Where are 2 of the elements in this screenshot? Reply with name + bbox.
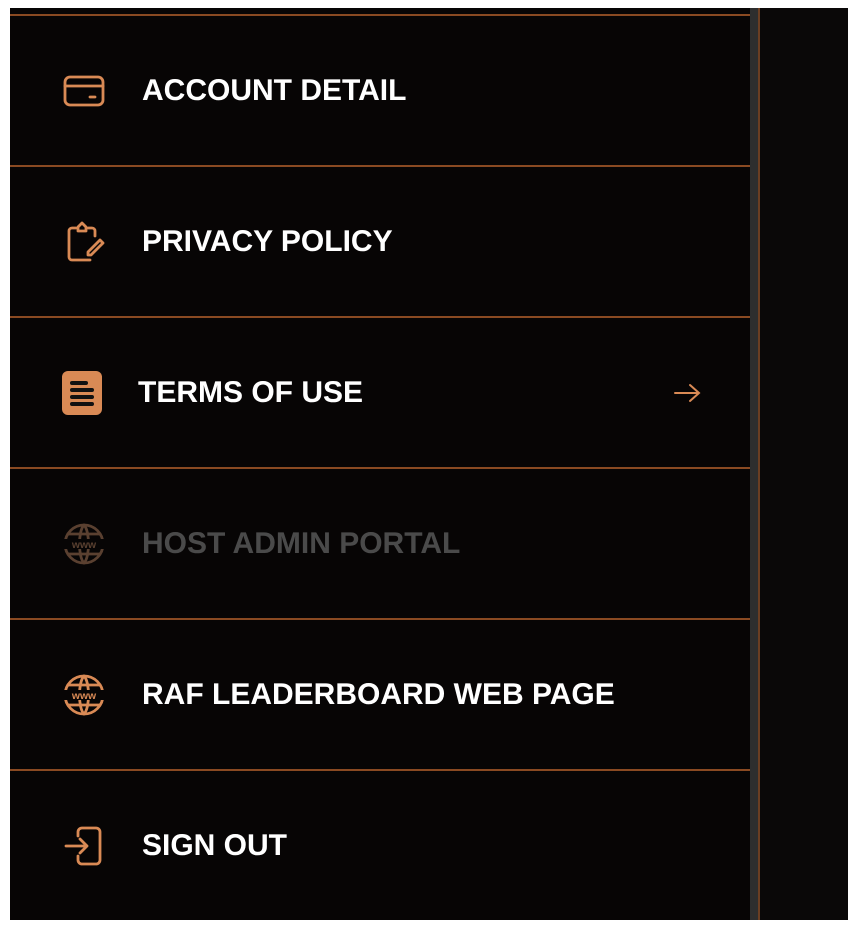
menu-item[interactable]: TERMS OF USE bbox=[10, 316, 750, 467]
document-icon bbox=[60, 368, 104, 416]
